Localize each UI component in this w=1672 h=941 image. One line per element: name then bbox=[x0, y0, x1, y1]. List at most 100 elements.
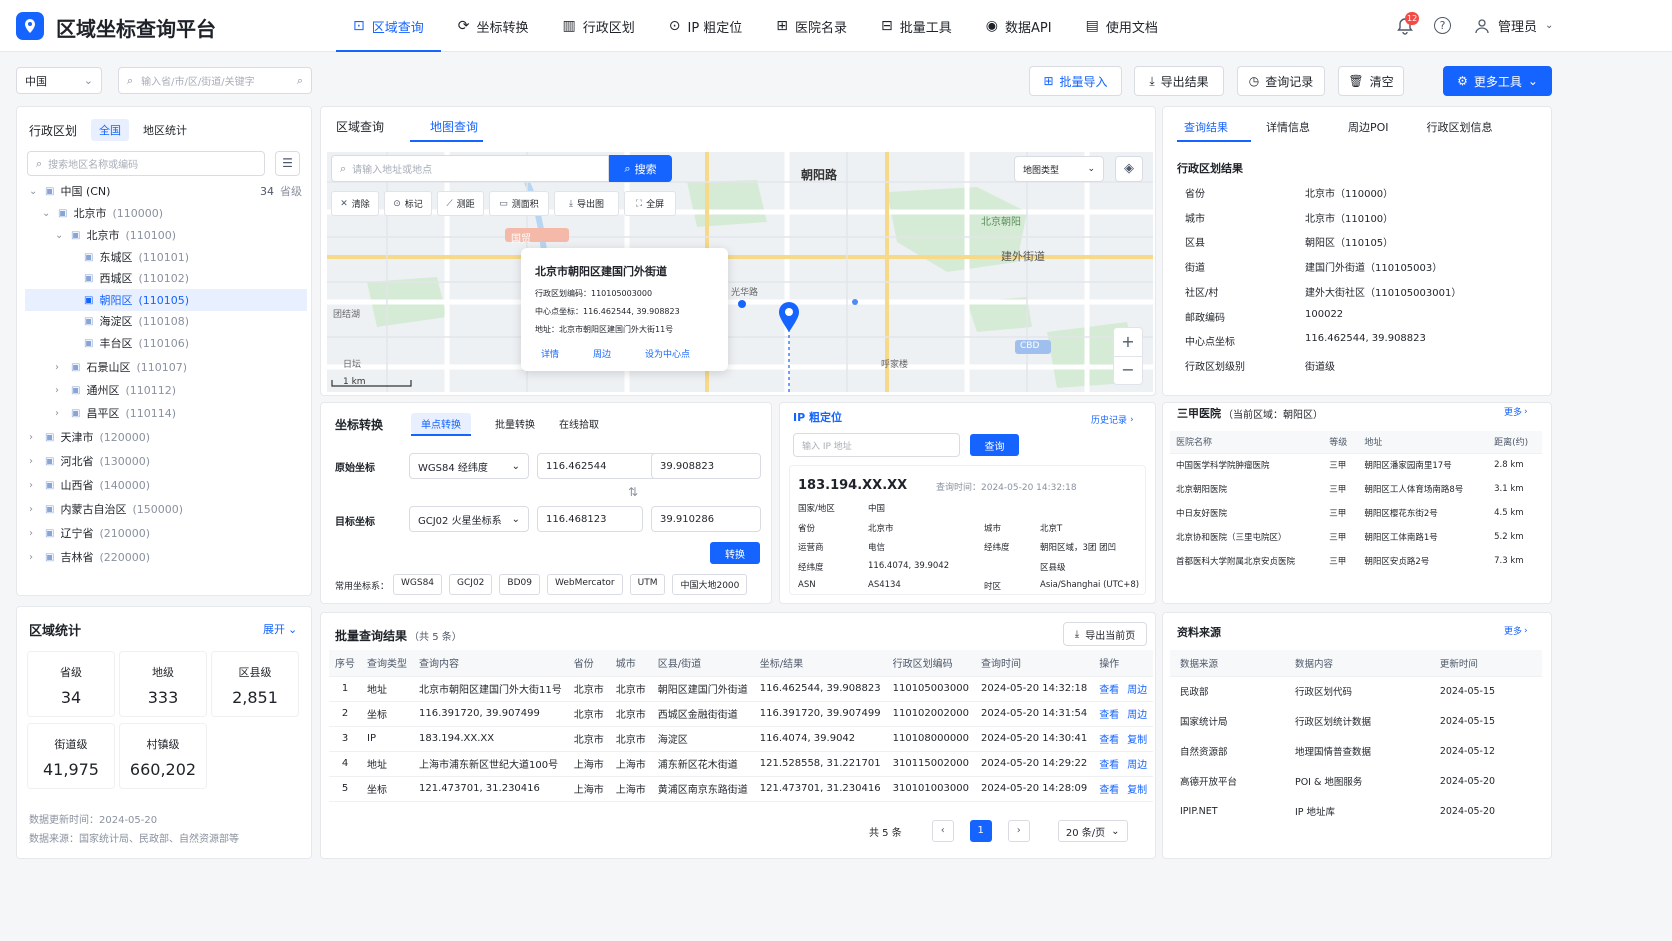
dst-system-select[interactable]: GCJ02 火星坐标系 ⌄ bbox=[409, 506, 529, 532]
popup-detail-link[interactable]: 详情 bbox=[541, 347, 559, 360]
chevron-down-icon[interactable]: ⌄ bbox=[29, 186, 43, 197]
table-row[interactable]: 首都医科大学附属北京安贞医院 三甲 朝阳区安贞路2号 7.3 km bbox=[1170, 549, 1542, 573]
src-lng-input[interactable]: 116.462544 bbox=[537, 453, 664, 479]
tree-node[interactable]: › ▣ 吉林省 (220000) bbox=[25, 546, 307, 568]
tab-online-pick[interactable]: 在线拾取 bbox=[559, 416, 599, 431]
action-link[interactable]: 周边 bbox=[1127, 685, 1147, 696]
map-tool-button[interactable]: ⊙ 标记 bbox=[384, 191, 432, 216]
tree-node[interactable]: › ▣ 通州区 (110112) bbox=[25, 379, 307, 401]
table-row[interactable]: 北京协和医院（三里屯院区） 三甲 朝阳区工体南路1号 5.2 km bbox=[1170, 525, 1542, 549]
table-row[interactable]: 中日友好医院 三甲 朝阳区樱花东街2号 4.5 km bbox=[1170, 501, 1542, 525]
zoom-in-icon[interactable]: + bbox=[1114, 328, 1142, 357]
nav-item[interactable]: ◉ 数据API bbox=[969, 0, 1069, 52]
chevron-right-icon[interactable]: › bbox=[29, 456, 43, 467]
nav-item[interactable]: ⟳ 坐标转换 bbox=[441, 0, 546, 52]
popup-set-center-link[interactable]: 设为中心点 bbox=[645, 347, 690, 360]
view-link[interactable]: 查看 bbox=[1099, 785, 1119, 796]
chevron-right-icon[interactable]: › bbox=[29, 528, 43, 539]
tab-detail-info[interactable]: 详情信息 bbox=[1266, 119, 1310, 135]
src-lat-input[interactable]: 39.908823 bbox=[651, 453, 761, 479]
tab-nearby-poi[interactable]: 周边POI bbox=[1348, 119, 1389, 135]
country-select[interactable]: 中国 ⌄ bbox=[16, 67, 102, 94]
tree-node[interactable]: ▣ 丰台区 (110106) bbox=[25, 332, 307, 354]
tree-node[interactable]: ⌄ ▣ 北京市 (110100) bbox=[25, 224, 307, 246]
coord-system-chip[interactable]: UTM bbox=[629, 574, 666, 595]
coord-system-chip[interactable]: WGS84 bbox=[393, 574, 443, 595]
tree-node[interactable]: ⌄ ▣ 中国 (CN) 34 省级 bbox=[25, 180, 307, 202]
map-tool-button[interactable]: ▭ 测面积 bbox=[489, 191, 549, 216]
chevron-right-icon[interactable]: › bbox=[55, 385, 69, 396]
chevron-down-icon[interactable]: ⌄ bbox=[55, 230, 69, 241]
convert-button[interactable]: 转换 bbox=[710, 542, 760, 564]
nav-item[interactable]: ▤ 使用文档 bbox=[1069, 0, 1175, 52]
tree-search-input[interactable]: ⌕ 搜索地区名称或编码 bbox=[27, 151, 265, 176]
nav-item[interactable]: ⊡ 区域查询 bbox=[336, 0, 441, 52]
nav-item[interactable]: ⊙ IP 粗定位 bbox=[652, 0, 760, 52]
action-link[interactable]: 周边 bbox=[1127, 710, 1147, 721]
chevron-right-icon[interactable]: › bbox=[55, 408, 69, 419]
action-link[interactable]: 复制 bbox=[1127, 785, 1147, 796]
nav-item[interactable]: ▥ 行政区划 bbox=[546, 0, 652, 52]
source-more-link[interactable]: 更多 › bbox=[1504, 624, 1528, 638]
ip-query-button[interactable]: 查询 bbox=[970, 434, 1019, 456]
tree-node[interactable]: › ▣ 辽宁省 (210000) bbox=[25, 522, 307, 544]
map-type-select[interactable]: 地图类型 ⌄ bbox=[1014, 156, 1104, 182]
tab-query-result[interactable]: 查询结果 bbox=[1184, 119, 1228, 135]
coord-system-chip[interactable]: GCJ02 bbox=[449, 574, 493, 595]
tree-node[interactable]: ▣ 朝阳区 (110105) bbox=[25, 289, 307, 311]
tab-single-convert[interactable]: 单点转换 bbox=[411, 413, 471, 434]
stats-expand-link[interactable]: 展开 ⌄ bbox=[263, 621, 297, 637]
view-link[interactable]: 查看 bbox=[1099, 760, 1119, 771]
map-tool-button[interactable]: ⛶ 全屏 bbox=[624, 191, 676, 216]
map-tool-button[interactable]: ✕ 清除 bbox=[331, 191, 379, 216]
tab-division-info[interactable]: 行政区划信息 bbox=[1427, 119, 1493, 135]
tree-node[interactable]: › ▣ 昌平区 (110114) bbox=[25, 402, 307, 424]
chevron-right-icon[interactable]: › bbox=[29, 480, 43, 491]
more-tools-button[interactable]: ⚙ 更多工具 ⌄ bbox=[1443, 66, 1552, 96]
tree-node[interactable]: ▣ 海淀区 (110108) bbox=[25, 310, 307, 332]
table-row[interactable]: 中国医学科学院肿瘤医院 三甲 朝阳区潘家园南里17号 2.8 km bbox=[1170, 453, 1542, 477]
global-search-input[interactable]: ⌕ 输入省/市/区/街道/关键字 ⌕ bbox=[118, 67, 312, 94]
table-row[interactable]: 北京朝阳医院 三甲 朝阳区工人体育场南路8号 3.1 km bbox=[1170, 477, 1542, 501]
ip-input[interactable]: 输入 IP 地址 bbox=[793, 433, 960, 457]
map-search-button[interactable]: ⌕ 搜索 bbox=[609, 155, 672, 182]
chevron-right-icon[interactable]: › bbox=[29, 552, 43, 563]
tree-node[interactable]: › ▣ 河北省 (130000) bbox=[25, 450, 307, 472]
coord-system-chip[interactable]: BD09 bbox=[499, 574, 540, 595]
action-link[interactable]: 周边 bbox=[1127, 760, 1147, 771]
map-canvas[interactable] bbox=[327, 152, 1153, 392]
tab-admin-division[interactable]: 行政区划 bbox=[29, 122, 77, 139]
view-link[interactable]: 查看 bbox=[1099, 735, 1119, 746]
page-size-select[interactable]: 20 条/页 ⌄ bbox=[1057, 820, 1128, 842]
src-system-select[interactable]: WGS84 经纬度 ⌄ bbox=[409, 453, 529, 479]
export-button[interactable]: ⤓ 导出结果 bbox=[1134, 66, 1224, 96]
tab-batch-convert[interactable]: 批量转换 bbox=[495, 416, 535, 431]
page-1-button[interactable]: 1 bbox=[969, 820, 992, 842]
map-tool-button[interactable]: ⟋ 测距 bbox=[437, 191, 484, 216]
coord-system-chip[interactable]: WebMercator bbox=[546, 574, 623, 595]
tree-node[interactable]: › ▣ 天津市 (120000) bbox=[25, 426, 307, 448]
nav-item[interactable]: ⊟ 批量工具 bbox=[864, 0, 969, 52]
view-link[interactable]: 查看 bbox=[1099, 710, 1119, 721]
tree-node[interactable]: ⌄ ▣ 北京市 (110000) bbox=[25, 202, 307, 224]
map-search-input[interactable]: ⌕ 请输入地址或地点 bbox=[331, 155, 609, 182]
tab-region-stats[interactable]: 地区统计 bbox=[143, 122, 187, 138]
tree-node[interactable]: › ▣ 内蒙古自治区 (150000) bbox=[25, 498, 307, 520]
export-page-button[interactable]: ⤓ 导出当前页 bbox=[1063, 622, 1147, 646]
next-page-icon[interactable]: › bbox=[1007, 820, 1030, 842]
batch-import-button[interactable]: ⊞ 批量导入 bbox=[1029, 66, 1122, 96]
list-view-icon[interactable]: ☰ bbox=[275, 151, 300, 176]
chevron-right-icon[interactable]: › bbox=[29, 432, 43, 443]
zoom-out-icon[interactable]: − bbox=[1114, 357, 1142, 385]
ip-history-link[interactable]: 历史记录 › bbox=[1091, 413, 1134, 427]
dst-lat-input[interactable]: 39.910286 bbox=[651, 506, 761, 532]
layers-icon[interactable]: ◈ bbox=[1115, 156, 1143, 182]
view-link[interactable]: 查看 bbox=[1099, 685, 1119, 696]
chevron-down-icon[interactable]: ⌄ bbox=[42, 208, 56, 219]
prev-page-icon[interactable]: ‹ bbox=[931, 820, 954, 842]
dst-lng-input[interactable]: 116.468123 bbox=[537, 506, 643, 532]
tree-node[interactable]: ▣ 西城区 (110102) bbox=[25, 267, 307, 289]
nav-item[interactable]: ⊞ 医院名录 bbox=[759, 0, 864, 52]
clear-button[interactable]: 🗑 清空 bbox=[1338, 66, 1404, 96]
history-button[interactable]: ◷ 查询记录 bbox=[1237, 66, 1325, 96]
